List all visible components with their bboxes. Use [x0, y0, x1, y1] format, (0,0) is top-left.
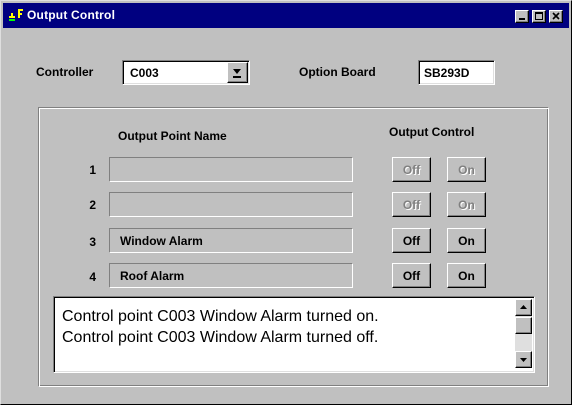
- controller-value: C003: [130, 66, 159, 80]
- controller-dropdown-button[interactable]: [227, 62, 248, 83]
- output-name-field-1: [109, 157, 353, 182]
- controller-combobox[interactable]: C003: [122, 60, 250, 85]
- row-number-3: 3: [89, 235, 96, 249]
- row-number-4: 4: [89, 270, 96, 284]
- scroll-down-button[interactable]: [515, 351, 532, 368]
- output-name-4: Roof Alarm: [120, 269, 185, 283]
- close-button[interactable]: [549, 10, 563, 23]
- output-control-header: Output Control: [389, 125, 475, 139]
- controller-label: Controller: [36, 65, 94, 79]
- scroll-up-button[interactable]: [515, 299, 532, 316]
- output-control-window: Output Control Controller C003 Option Bo…: [0, 0, 572, 405]
- output-name-field-2: [109, 192, 353, 217]
- dropdown-arrow-icon: [233, 69, 241, 78]
- output-name-field-3: Window Alarm: [109, 228, 353, 253]
- option-board-value: SB293D: [424, 66, 470, 80]
- log-lines: Control point C003 Window Alarm turned o…: [62, 306, 379, 348]
- on-button-3[interactable]: On: [447, 228, 486, 253]
- off-button-1[interactable]: Off: [392, 157, 431, 182]
- option-board-field: SB293D: [418, 60, 495, 85]
- minimize-icon: [519, 18, 525, 20]
- scroll-thumb[interactable]: [515, 317, 532, 334]
- on-button-4[interactable]: On: [447, 263, 486, 288]
- close-icon: [552, 12, 560, 20]
- log-line: Control point C003 Window Alarm turned o…: [62, 329, 379, 346]
- on-button-1[interactable]: On: [447, 157, 486, 182]
- off-button-3[interactable]: Off: [392, 228, 431, 253]
- row-number-1: 1: [89, 163, 96, 177]
- vertical-scrollbar[interactable]: [515, 299, 532, 368]
- maximize-icon: [535, 12, 543, 20]
- scroll-down-icon: [520, 358, 527, 362]
- output-point-name-header: Output Point Name: [118, 129, 227, 143]
- on-button-2[interactable]: On: [447, 192, 486, 217]
- off-button-4[interactable]: Off: [392, 263, 431, 288]
- scroll-up-icon: [520, 305, 527, 309]
- option-board-label: Option Board: [299, 65, 376, 79]
- output-name-field-4: Roof Alarm: [109, 263, 353, 288]
- output-name-3: Window Alarm: [120, 234, 203, 248]
- maximize-button[interactable]: [532, 10, 546, 23]
- status-log[interactable]: Control point C003 Window Alarm turned o…: [53, 296, 535, 373]
- row-number-2: 2: [89, 198, 96, 212]
- minimize-button[interactable]: [515, 10, 529, 23]
- log-line: Control point C003 Window Alarm turned o…: [62, 308, 379, 325]
- app-icon[interactable]: [8, 8, 24, 23]
- window-title: Output Control: [27, 8, 116, 22]
- off-button-2[interactable]: Off: [392, 192, 431, 217]
- title-bar[interactable]: Output Control: [3, 3, 569, 28]
